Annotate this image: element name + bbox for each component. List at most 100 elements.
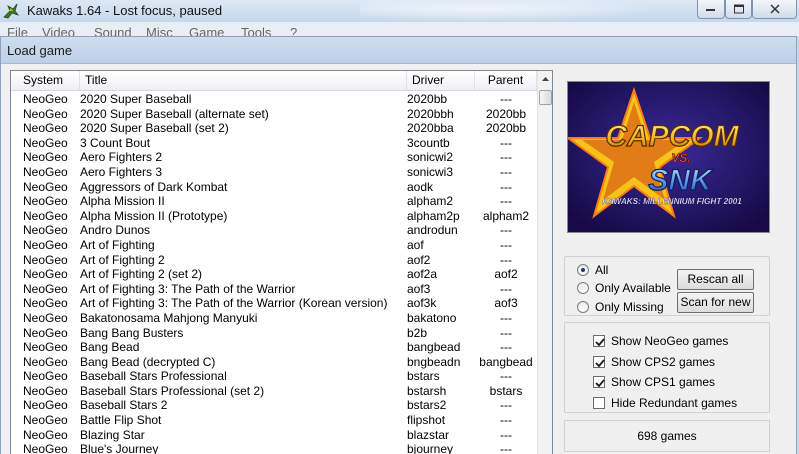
cell-parent: aof2 (494, 267, 518, 282)
minimize-button[interactable] (697, 0, 725, 19)
scroll-thumb[interactable] (539, 90, 552, 105)
table-row[interactable]: NeoGeo Art of Fighting 2 aof2 --- (11, 253, 537, 268)
table-row[interactable]: NeoGeo Bang Bead (decrypted C) bngbeadn ban… (11, 355, 537, 370)
table-row[interactable]: NeoGeo Art of Fighting 2 (set 2) aof2a aof2 (11, 267, 537, 282)
cell-driver: aof3 (407, 281, 431, 296)
table-row[interactable]: NeoGeo Andro Dunos androdun --- (11, 223, 537, 238)
cell-system: NeoGeo (23, 413, 68, 428)
table-row[interactable]: NeoGeo Baseball Stars 2 bstars2 --- (11, 398, 537, 413)
table-row[interactable]: NeoGeo Blazing Star blazstar --- (11, 428, 537, 443)
menu-file[interactable]: File (7, 25, 28, 36)
column-header-system[interactable]: System (18, 71, 80, 90)
cell-parent: --- (500, 281, 512, 296)
close-window-button[interactable] (752, 0, 797, 19)
table-row[interactable]: NeoGeo Aero Fighters 3 sonicwi3 --- (11, 165, 537, 180)
main-title-bar: Kawaks 1.64 - Lost focus, paused (0, 0, 799, 22)
radio-only-missing[interactable]: Only Missing (577, 300, 664, 314)
table-row[interactable]: NeoGeo Battle Flip Shot flipshot --- (11, 413, 537, 428)
table-row[interactable]: NeoGeo Baseball Stars Professional bstars -… (11, 369, 537, 384)
kawaks-app-icon[interactable] (2, 2, 20, 19)
cell-system: NeoGeo (23, 208, 68, 223)
menu-sound[interactable]: Sound (94, 25, 132, 36)
cell-title: Art of Fighting 2 (80, 252, 165, 267)
table-row[interactable]: NeoGeo 2020 Super Baseball (alternate set… (11, 107, 537, 122)
list-header: System Title Driver Parent (11, 71, 537, 91)
cell-driver: bakatono (407, 310, 457, 325)
cell-title: Art of Fighting 2 (set 2) (80, 267, 203, 282)
table-row[interactable]: NeoGeo 2020 Super Baseball (set 2) 2020bba… (11, 121, 537, 136)
cell-system: NeoGeo (23, 398, 68, 413)
checkbox-show-cps1[interactable]: Show CPS1 games (593, 375, 715, 389)
scroll-up-button[interactable] (538, 71, 552, 88)
table-row[interactable]: NeoGeo 2020 Super Baseball 2020bb --- (11, 92, 537, 107)
menu-misc[interactable]: Misc (146, 25, 173, 36)
table-row[interactable]: NeoGeo Blue's Journey bjourney --- (11, 442, 537, 454)
cell-driver: bngbeadn (407, 354, 461, 369)
cell-system: NeoGeo (23, 340, 68, 355)
menu-video[interactable]: Video (42, 25, 75, 36)
table-row[interactable]: NeoGeo Bang Bang Busters b2b --- (11, 326, 537, 341)
logo-snk: SNK (648, 164, 714, 197)
cell-parent: --- (500, 340, 512, 355)
checkbox-hide-redundant[interactable]: Hide Redundant games (593, 396, 737, 410)
window-title: Kawaks 1.64 - Lost focus, paused (27, 3, 223, 18)
table-row[interactable]: NeoGeo Art of Fighting 3: The Path of the… (11, 282, 537, 297)
checkbox-show-neogeo[interactable]: Show NeoGeo games (593, 334, 728, 348)
radio-only-available-label: Only Available (595, 281, 671, 295)
checkmark-icon (595, 359, 605, 368)
column-header-title[interactable]: Title (80, 71, 407, 90)
table-row[interactable]: NeoGeo 3 Count Bout 3countb --- (11, 136, 537, 151)
cell-system: NeoGeo (23, 92, 68, 106)
cell-title: Blazing Star (80, 427, 145, 442)
list-scrollbar[interactable] (537, 71, 552, 454)
cell-driver: blazstar (407, 427, 450, 442)
column-header-parent[interactable]: Parent (475, 71, 537, 90)
cell-system: NeoGeo (23, 179, 68, 194)
cell-driver: aof3k (407, 296, 437, 311)
table-row[interactable]: NeoGeo Alpha Mission II (Prototype) alpham… (11, 209, 537, 224)
cell-system: NeoGeo (23, 194, 68, 209)
cell-title: Aggressors of Dark Kombat (80, 179, 228, 194)
menu-tools[interactable]: Tools (241, 25, 271, 36)
game-list[interactable]: System Title Driver Parent NeoGeo 2020 Su… (10, 70, 553, 454)
table-row[interactable]: NeoGeo Art of Fighting 3: The Path of the… (11, 296, 537, 311)
table-row[interactable]: NeoGeo Baseball Stars Professional (set 2… (11, 384, 537, 399)
cell-system: NeoGeo (23, 310, 68, 325)
radio-indicator (577, 301, 589, 313)
cell-system: NeoGeo (23, 164, 68, 179)
checkbox-label: Show NeoGeo games (611, 334, 729, 348)
table-row[interactable]: NeoGeo Alpha Mission II alpham2 --- (11, 194, 537, 209)
cell-parent: --- (500, 252, 512, 267)
radio-all[interactable]: All (577, 263, 608, 277)
cell-driver: b2b (407, 325, 428, 340)
cell-system: NeoGeo (23, 325, 68, 340)
radio-all-label: All (595, 263, 609, 277)
cell-title: Aero Fighters 2 (80, 150, 163, 165)
column-header-driver[interactable]: Driver (407, 71, 475, 90)
radio-only-available[interactable]: Only Available (577, 281, 671, 295)
cell-driver: sonicwi3 (407, 164, 454, 179)
radio-indicator (577, 282, 589, 294)
menu-help[interactable]: ? (290, 25, 297, 36)
cell-title: 2020 Super Baseball (80, 92, 192, 106)
menu-game[interactable]: Game (189, 25, 224, 36)
cell-driver: androdun (407, 223, 458, 238)
cell-driver: bangbead (407, 340, 461, 355)
checkbox-show-cps2[interactable]: Show CPS2 games (593, 355, 715, 369)
rescan-all-button[interactable]: Rescan all (677, 269, 754, 290)
table-row[interactable]: NeoGeo Aggressors of Dark Kombat aodk --- (11, 180, 537, 195)
table-row[interactable]: NeoGeo Bakatonosama Mahjong Manyuki bakato… (11, 311, 537, 326)
radio-only-missing-label: Only Missing (595, 300, 664, 314)
table-row[interactable]: NeoGeo Art of Fighting aof --- (11, 238, 537, 253)
table-row[interactable]: NeoGeo Aero Fighters 2 sonicwi2 --- (11, 150, 537, 165)
checkbox-label: Show CPS2 games (611, 355, 716, 369)
menu-bar: File Video Sound Misc Game Tools ? (0, 22, 799, 36)
cell-system: NeoGeo (23, 252, 68, 267)
table-row[interactable]: NeoGeo Bang Bead bangbead --- (11, 340, 537, 355)
cell-system: NeoGeo (23, 150, 68, 165)
maximize-button[interactable] (725, 0, 752, 19)
cell-parent: bangbead (479, 354, 533, 369)
scan-for-new-button[interactable]: Scan for new (677, 292, 754, 313)
cell-title: Alpha Mission II (80, 194, 165, 209)
list-rows: NeoGeo 2020 Super Baseball 2020bb --- NeoGeo… (11, 92, 537, 454)
